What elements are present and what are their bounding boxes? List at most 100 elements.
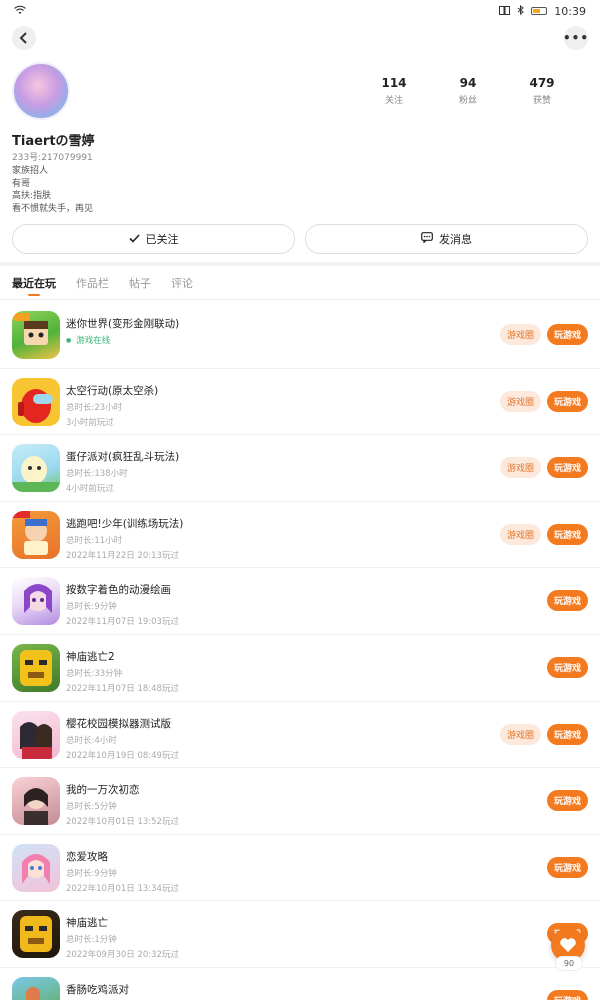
game-icon-sakura-school [12,710,60,759]
game-last-played: 2022年11月07日 19:03玩过 [66,617,179,628]
follow-label: 已关注 [145,233,179,246]
game-info: 逃跑吧!少年(训练场玩法) 总时长:11小时 2022年11月22日 20:13… [66,516,183,561]
bio-line: 家族招人 [12,166,49,176]
avatar[interactable] [12,62,70,120]
game-circle-button[interactable]: 游戏圈 [499,324,541,345]
game-circle-button[interactable]: 游戏圈 [499,523,541,545]
game-actions: 游戏圈 玩游戏 [499,390,588,412]
game-circle-button[interactable]: 游戏圈 [499,457,541,479]
game-playtime: 总时长:138小时 [66,469,128,480]
message-button[interactable]: 发消息 [305,224,588,254]
play-game-button[interactable]: 玩游戏 [546,723,588,745]
tab-comments[interactable]: 评论 [171,266,193,300]
message-label: 发消息 [439,233,472,246]
game-icon-mini-world [12,311,60,359]
game-playtime: 总时长:1分钟 [66,935,117,946]
book-icon [499,5,511,18]
stat-number: 114 [381,76,407,90]
user-id: 233号:217079991 [12,153,93,163]
list-item[interactable]: 逃跑吧!少年(训练场玩法) 总时长:11小时 2022年11月22日 20:13… [0,502,600,569]
game-playtime: 总时长:9分钟 [66,602,117,613]
game-icon-love-strategy [12,843,60,892]
list-item[interactable]: 香肠吃鸡派对 玩游戏 [0,968,600,1000]
status-right: 10:39 [499,4,586,18]
back-arrow-icon[interactable] [12,26,36,50]
game-last-played: 2022年11月22日 20:13玩过 [66,550,179,561]
game-circle-button[interactable]: 游戏圈 [499,723,541,745]
play-game-button[interactable]: 玩游戏 [546,989,588,1000]
game-circle-button[interactable]: 游戏圈 [499,390,541,412]
game-title: 蛋仔派对(疯狂乱斗玩法) [66,451,180,464]
bluetooth-icon [517,4,525,18]
tab-works[interactable]: 作品栏 [76,266,109,300]
list-item[interactable]: 神庙逃亡2 总时长:33分钟 2022年11月07日 18:48玩过 玩游戏 [0,635,600,702]
game-title: 按数字着色的动漫绘画 [66,584,171,597]
stat-label: 关注 [384,96,403,106]
list-item[interactable]: 恋爱攻略 总时长:9分钟 2022年10月01日 13:34玩过 玩游戏 [0,835,600,902]
status-bar: 10:39 [0,0,600,22]
game-icon-space-action [12,377,60,426]
list-item[interactable]: 樱花校园模拟器测试版 总时长:4小时 2022年10月19日 08:49玩过 游… [0,702,600,769]
game-title: 恋爱攻略 [66,850,108,863]
play-game-button[interactable]: 玩游戏 [546,523,588,545]
game-playtime: 总时长:4小时 [66,735,117,746]
stat-followers[interactable]: 94 粉丝 [450,76,486,106]
game-info: 香肠吃鸡派对 [66,982,129,997]
play-game-button[interactable]: 玩游戏 [546,390,588,412]
battery-icon [531,7,548,15]
game-title: 迷你世界(变形金刚联动) [66,318,180,330]
tabs-underline [0,299,600,300]
game-icon-eggy-party [12,444,60,493]
game-last-played: 2022年10月19日 08:49玩过 [66,750,179,761]
game-icon-temple-run-2 [12,643,60,692]
play-game-button[interactable]: 玩游戏 [546,590,588,612]
game-icon-anime-coloring [12,577,60,626]
game-info: 迷你世界(变形金刚联动) 游戏在线 [66,316,179,346]
wifi-icon [14,5,26,18]
follow-button[interactable]: 已关注 [12,224,295,254]
bio-line: 有哥 [12,178,31,189]
game-title: 我的一万次初恋 [66,784,140,797]
list-item[interactable]: 太空行动(原太空杀) 总时长:23小时 3小时前玩过 游戏圈 玩游戏 [0,369,600,436]
list-item[interactable]: 我的一万次初恋 总时长:5分钟 2022年10月01日 13:52玩过 玩游戏 [0,768,600,835]
tab-recently-played[interactable]: 最近在玩 [12,266,56,300]
game-list: 迷你世界(变形金刚联动) 游戏在线 游戏圈 玩游戏 太空行动(原太空杀) 总时长… [0,302,600,1000]
game-last-played: 2022年11月07日 18:48玩过 [66,683,179,694]
game-actions: 游戏圈 玩游戏 [499,723,588,745]
game-title: 香肠吃鸡派对 [66,983,129,996]
game-info: 恋爱攻略 总时长:9分钟 2022年10月01日 13:34玩过 [66,849,179,894]
game-info: 神庙逃亡2 总时长:33分钟 2022年11月07日 18:48玩过 [66,649,179,694]
profile-stats: 114 关注 94 粉丝 479 获赞 [376,76,560,106]
game-actions: 玩游戏 [546,590,588,612]
profile-tabs: 最近在玩 作品栏 帖子 评论 [12,266,600,300]
play-game-button[interactable]: 玩游戏 [546,324,588,345]
more-dots-icon[interactable]: ••• [563,26,588,50]
game-title: 逃跑吧!少年(训练场玩法) [66,517,184,530]
action-row: 已关注 发消息 [12,224,588,254]
list-item[interactable]: 迷你世界(变形金刚联动) 游戏在线 游戏圈 玩游戏 [0,302,600,369]
game-title: 樱花校园模拟器测试版 [66,717,171,730]
game-info: 樱花校园模拟器测试版 总时长:4小时 2022年10月19日 08:49玩过 [66,716,179,761]
stat-following[interactable]: 114 关注 [376,76,412,106]
game-last-played: 2022年09月30日 20:32玩过 [66,950,179,961]
bio-line: 高扶:指肤 [12,191,52,201]
play-game-button[interactable]: 玩游戏 [546,856,588,878]
game-playtime: 总时长:33分钟 [66,668,123,679]
game-icon-first-love [12,777,60,826]
play-game-button[interactable]: 玩游戏 [546,790,588,812]
stat-likes[interactable]: 479 获赞 [524,76,560,106]
tab-posts[interactable]: 帖子 [129,266,151,300]
play-game-button[interactable]: 玩游戏 [546,656,588,678]
game-info: 蛋仔派对(疯狂乱斗玩法) 总时长:138小时 4小时前玩过 [66,449,179,494]
game-info: 太空行动(原太空杀) 总时长:23小时 3小时前玩过 [66,383,158,428]
game-playtime: 总时长:5分钟 [66,802,117,813]
top-nav: ••• [0,24,600,54]
list-item[interactable]: 按数字着色的动漫绘画 总时长:9分钟 2022年11月07日 19:03玩过 玩… [0,568,600,635]
list-item[interactable]: 蛋仔派对(疯狂乱斗玩法) 总时长:138小时 4小时前玩过 游戏圈 玩游戏 [0,435,600,502]
play-game-button[interactable]: 玩游戏 [546,457,588,479]
game-actions: 游戏圈 玩游戏 [499,324,588,345]
game-icon-sausage-party [12,976,60,1000]
list-item[interactable]: 神庙逃亡 总时长:1分钟 2022年09月30日 20:32玩过 玩游戏 [0,901,600,968]
game-title: 神庙逃亡 [66,917,108,930]
chat-bubble-icon [421,232,433,246]
